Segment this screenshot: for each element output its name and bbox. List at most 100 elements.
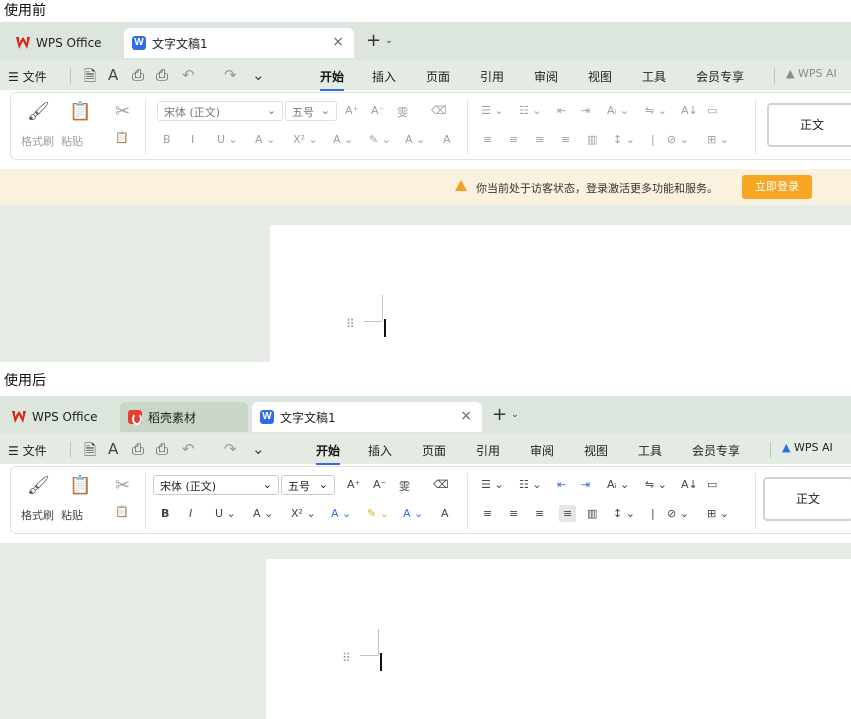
phonetic-icon[interactable]: 雯 — [397, 104, 408, 120]
font-color-icon[interactable]: A ⌄ — [403, 507, 423, 520]
undo-icon[interactable]: ↶ — [182, 440, 195, 458]
tab-page[interactable]: 页面 — [422, 442, 446, 459]
tab-daoke[interactable]: 稻壳素材 — [120, 402, 248, 432]
italic-icon[interactable]: I — [191, 133, 194, 146]
paste-icon[interactable]: 📋 — [69, 101, 91, 122]
grow-font-icon[interactable]: A⁺ — [345, 104, 358, 117]
paste-icon[interactable]: 📋 — [69, 475, 91, 496]
file-menu[interactable]: ☰ 文件 — [8, 68, 47, 85]
text-direction-icon[interactable]: ⇋ ⌄ — [645, 104, 667, 117]
save-icon[interactable]: 🗎 — [84, 66, 96, 91]
align-right-icon[interactable]: ≡ — [535, 133, 544, 146]
tab-document[interactable]: W 文字文稿1 × — [124, 28, 354, 58]
font-size-select[interactable]: 五号 ⌄ — [281, 475, 335, 495]
tab-view[interactable]: 视图 — [584, 442, 608, 459]
format-painter-label[interactable]: 格式刷 — [21, 507, 54, 523]
highlight-icon[interactable]: ✎ ⌄ — [367, 507, 389, 520]
login-button[interactable]: 立即登录 — [742, 175, 812, 199]
superscript-icon[interactable]: X² ⌄ — [291, 507, 316, 520]
bold-icon[interactable]: B — [163, 133, 171, 146]
shrink-font-icon[interactable]: A⁻ — [371, 104, 384, 117]
drag-handle-icon[interactable]: ⠿ — [346, 317, 355, 331]
style-normal[interactable]: 正文 — [767, 103, 851, 147]
tab-review[interactable]: 审阅 — [530, 442, 554, 459]
line-spacing-icon[interactable]: ↕ ⌄ — [613, 507, 635, 520]
distributed-icon[interactable]: ▥ — [587, 133, 597, 146]
file-menu[interactable]: ☰ 文件 — [8, 442, 47, 459]
underline-icon[interactable]: U ⌄ — [215, 507, 236, 520]
bullets-icon[interactable]: ☰ ⌄ — [481, 478, 504, 491]
document-page[interactable]: ⠿ — [270, 225, 851, 362]
decrease-indent-icon[interactable]: ⇤ — [557, 478, 566, 491]
border-icon[interactable]: ⊞ ⌄ — [707, 133, 729, 146]
format-painter-icon[interactable]: 🖌 — [27, 475, 50, 496]
close-icon[interactable]: × — [460, 408, 472, 424]
tab-wps-office[interactable]: WPS Office — [4, 402, 114, 432]
save-icon[interactable]: 🗎 — [84, 440, 96, 465]
strikethrough-icon[interactable]: A ⌄ — [253, 507, 273, 520]
chevron-down-icon[interactable]: ⌄ — [252, 440, 265, 458]
tab-insert[interactable]: 插入 — [368, 442, 392, 459]
tab-page[interactable]: 页面 — [426, 68, 450, 85]
undo-icon[interactable]: ↶ — [182, 66, 195, 84]
chevron-down-icon[interactable]: ⌄ — [252, 66, 265, 84]
phonetic-icon[interactable]: 雯 — [399, 478, 410, 494]
preview-icon[interactable]: ⎙ — [156, 66, 168, 84]
redo-icon[interactable]: ↷ — [224, 440, 237, 458]
align-left-icon[interactable]: ≡ — [483, 133, 492, 146]
align-center-icon[interactable]: ≡ — [509, 133, 518, 146]
italic-icon[interactable]: I — [189, 507, 192, 520]
close-icon[interactable]: × — [332, 34, 344, 50]
shrink-font-icon[interactable]: A⁻ — [373, 478, 386, 491]
underline-icon[interactable]: U ⌄ — [217, 133, 238, 146]
cut-icon[interactable]: ✂ — [115, 475, 130, 496]
change-case-icon[interactable]: Aᵢ ⌄ — [607, 104, 629, 117]
tab-view[interactable]: 视图 — [588, 68, 612, 85]
drag-handle-icon[interactable]: ⠿ — [342, 651, 351, 665]
border-icon[interactable]: ⊞ ⌄ — [707, 507, 729, 520]
highlight-icon[interactable]: ✎ ⌄ — [369, 133, 391, 146]
tab-tools[interactable]: 工具 — [642, 68, 666, 85]
align-left-icon[interactable]: ≡ — [483, 507, 492, 520]
document-page[interactable]: ⠿ — [266, 559, 851, 719]
show-marks-icon[interactable]: ▭ — [707, 104, 717, 117]
tab-member[interactable]: 会员专享 — [696, 68, 744, 85]
change-case-icon[interactable]: Aᵢ ⌄ — [607, 478, 629, 491]
copy-icon[interactable]: 📋 — [115, 505, 129, 518]
bullets-icon[interactable]: ☰ ⌄ — [481, 104, 504, 117]
decrease-indent-icon[interactable]: ⇤ — [557, 104, 566, 117]
shading-icon[interactable]: ⊘ ⌄ — [667, 133, 689, 146]
font-family-select[interactable]: 宋体 (正文) ⌄ — [157, 101, 283, 121]
tab-member[interactable]: 会员专享 — [692, 442, 740, 459]
preview-icon[interactable]: ⎙ — [156, 440, 168, 458]
char-shading-icon[interactable]: A — [443, 133, 451, 146]
char-shading-icon[interactable]: A — [441, 507, 449, 520]
tab-references[interactable]: 引用 — [476, 442, 500, 459]
grow-font-icon[interactable]: A⁺ — [347, 478, 360, 491]
clear-format-icon[interactable]: ⌫ — [433, 478, 449, 491]
distributed-icon[interactable]: ▥ — [587, 507, 597, 520]
new-tab-button[interactable]: + ⌄ — [366, 30, 393, 51]
text-effect-icon[interactable]: A ⌄ — [333, 133, 353, 146]
redo-icon[interactable]: ↷ — [224, 66, 237, 84]
justify-icon[interactable]: ≡ — [559, 505, 577, 522]
tab-references[interactable]: 引用 — [480, 68, 504, 85]
tab-home[interactable]: 开始 — [316, 442, 341, 465]
align-right-icon[interactable]: ≡ — [535, 507, 544, 520]
format-painter-label[interactable]: 格式刷 — [21, 133, 54, 149]
format-icon[interactable]: A — [108, 66, 118, 84]
sort-icon[interactable]: A↓ — [681, 104, 698, 117]
numbering-icon[interactable]: ☷ ⌄ — [519, 478, 542, 491]
format-icon[interactable]: A — [108, 440, 118, 458]
cut-icon[interactable]: ✂ — [115, 101, 130, 122]
text-effect-icon[interactable]: A ⌄ — [331, 507, 351, 520]
paste-label[interactable]: 粘贴 — [61, 133, 83, 149]
superscript-icon[interactable]: X² ⌄ — [293, 133, 318, 146]
tab-review[interactable]: 审阅 — [534, 68, 558, 85]
shading-icon[interactable]: ⊘ ⌄ — [667, 507, 689, 520]
paste-label[interactable]: 粘贴 — [61, 507, 83, 523]
tab-wps-office[interactable]: WPS Office — [8, 28, 118, 58]
tab-document[interactable]: W 文字文稿1 × — [252, 402, 482, 432]
tab-home[interactable]: 开始 — [320, 68, 345, 91]
font-family-select[interactable]: 宋体 (正文) ⌄ — [153, 475, 279, 495]
